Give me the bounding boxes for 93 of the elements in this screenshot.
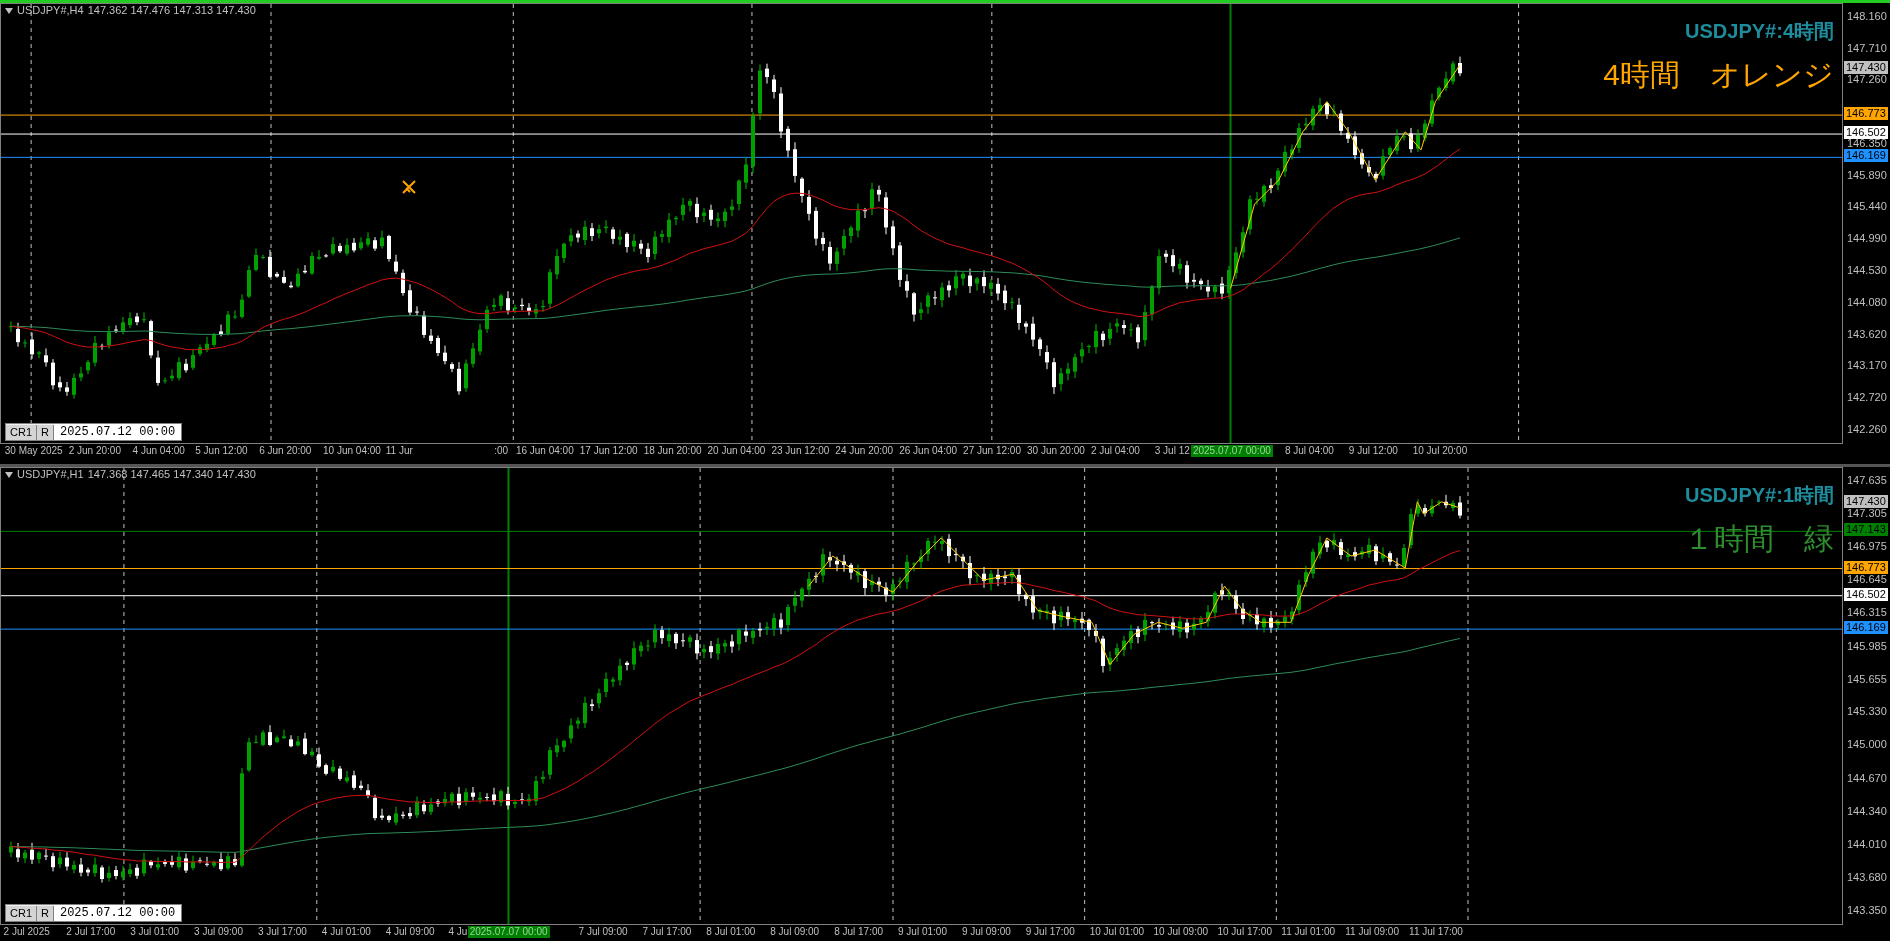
price-badge: 147.143: [1844, 523, 1888, 537]
time-tick-label: 2 Jul 17:00: [66, 927, 116, 937]
time-tick-label: 30 May 2025: [4, 446, 63, 456]
time-tick-label: 18 Jun 20:00: [643, 446, 702, 456]
chart-title: USDJPY#:1時間: [1685, 483, 1834, 508]
time-tick-label: 30 Jun 20:00: [1027, 446, 1085, 456]
price-badge: 146.169: [1844, 149, 1888, 163]
marker-icon: [401, 179, 417, 195]
price-tick-label: 145.890: [1847, 169, 1887, 181]
price-badge: 147.430: [1844, 61, 1888, 75]
price-tick-label: 142.720: [1847, 391, 1887, 403]
date-marker-label: 2025.07.07 00:00: [467, 926, 550, 938]
time-tick-label: 24 Jun 20:00: [835, 446, 894, 456]
time-tick-label: 7 Jul 17:00: [642, 927, 692, 937]
time-tick-label: 4 Ju: [448, 927, 468, 937]
time-tick-label: 4 Jul 09:00: [385, 927, 435, 937]
price-badge: 146.773: [1844, 107, 1888, 121]
price-tick-label: 146.315: [1847, 607, 1887, 619]
price-tick-label: 145.440: [1847, 201, 1887, 213]
dropdown-caret-icon[interactable]: [5, 7, 13, 14]
price-tick-label: 144.530: [1847, 265, 1887, 277]
price-tick-label: 142.260: [1847, 424, 1887, 435]
time-tick-label: 9 Jul 17:00: [1025, 927, 1075, 937]
time-tick-label: 10 Jul 20:00: [1412, 446, 1468, 456]
time-tick-label: 7 Jul 09:00: [578, 927, 628, 937]
time-tick-label: 8 Jul 04:00: [1284, 446, 1334, 456]
time-tick-label: 5 Jun 12:00: [195, 446, 248, 456]
price-tick-label: 145.985: [1847, 640, 1887, 652]
time-tick-label: 26 Jun 04:00: [899, 446, 958, 456]
ohlc-prices: 147.362 147.476 147.313 147.430: [87, 5, 256, 16]
time-tick-label: 23 Jun 12:00: [771, 446, 830, 456]
price-tick-label: 147.635: [1847, 475, 1887, 486]
price-tick-label: 144.340: [1847, 805, 1887, 817]
time-tick-label: 10 Jun 04:00: [323, 446, 381, 456]
time-tick-label: 9 Jul 12:00: [1348, 446, 1398, 456]
price-badge: 146.773: [1844, 560, 1888, 574]
time-tick-label: 4 Jul 01:00: [321, 927, 371, 937]
time-tick-label: 11 Jul 09:00: [1345, 927, 1399, 937]
time-tick-label: 2 Jul 2025: [3, 927, 50, 937]
price-tick-label: 148.160: [1847, 11, 1887, 22]
chart-note: 4時間 オレンジ: [1603, 60, 1834, 90]
time-tick-label: 17 Jun 12:00: [579, 446, 638, 456]
price-tick-label: 147.710: [1847, 42, 1887, 54]
price-tick-label: 147.260: [1847, 74, 1887, 85]
symbol-label: USDJPY#,H1: [17, 469, 84, 480]
price-badge: 146.502: [1844, 126, 1888, 140]
price-badge: 146.502: [1844, 587, 1888, 601]
price-tick-label: 143.170: [1847, 360, 1887, 372]
dropdown-caret-icon[interactable]: [5, 471, 13, 478]
price-tick-label: 145.655: [1847, 673, 1887, 685]
price-tick-label: 146.975: [1847, 541, 1887, 553]
time-tick-label: 4 Jun 04:00: [132, 446, 185, 456]
time-tick-label: :00: [494, 446, 509, 456]
price-tick-label: 143.350: [1847, 905, 1887, 916]
price-tick-label: 143.680: [1847, 871, 1887, 883]
time-tick-label: 2 Jul 04:00: [1090, 446, 1140, 456]
chart-title: USDJPY#:4時間: [1685, 19, 1834, 44]
price-tick-label: 147.305: [1847, 508, 1887, 520]
time-tick-label: 8 Jul 01:00: [706, 927, 756, 937]
time-tick-label: 20 Jun 04:00: [707, 446, 766, 456]
price-tick-label: 145.000: [1847, 739, 1887, 751]
time-tick-label: 8 Jul 09:00: [770, 927, 820, 937]
time-tick-label: 10 Jul 17:00: [1217, 927, 1272, 937]
price-badge: 147.430: [1844, 494, 1888, 508]
time-tick-label: 11 Jul 17:00: [1409, 927, 1463, 937]
price-tick-label: 143.620: [1847, 328, 1887, 340]
time-tick-label: 11 Jul 01:00: [1281, 927, 1336, 937]
price-tick-label: 145.330: [1847, 706, 1887, 718]
time-tick-label: 10 Jul 01:00: [1089, 927, 1145, 937]
price-tick-label: 144.990: [1847, 232, 1887, 244]
date-marker-label: 2025.07.07 00:00: [1190, 445, 1273, 457]
time-tick-label: 9 Jul 01:00: [898, 927, 947, 937]
time-tick-label: 3 Jul 17:00: [257, 927, 307, 937]
time-tick-label: 11 Jur: [385, 446, 413, 456]
ohlc-prices: 147.368 147.465 147.340 147.430: [87, 469, 256, 480]
symbol-label: USDJPY#,H4: [17, 5, 84, 16]
price-tick-label: 146.350: [1847, 137, 1887, 149]
time-tick-label: 3 Jul 09:00: [194, 927, 243, 937]
price-tick-label: 144.080: [1847, 296, 1887, 308]
chart-note: １時間 緑: [1684, 524, 1834, 554]
price-badge: 146.169: [1844, 621, 1888, 635]
time-tick-label: 6 Jun 20:00: [259, 446, 312, 456]
time-tick-label: 8 Jul 17:00: [834, 927, 884, 937]
price-tick-label: 146.645: [1847, 574, 1887, 586]
price-tick-label: 144.010: [1847, 838, 1887, 850]
time-tick-label: 27 Jun 12:00: [963, 446, 1021, 456]
time-tick-label: 3 Jul 01:00: [130, 927, 180, 937]
time-tick-label: 3 Jul 12: [1154, 446, 1190, 456]
time-tick-label: 9 Jul 09:00: [961, 927, 1011, 937]
price-tick-label: 144.670: [1847, 772, 1887, 784]
time-tick-label: 2 Jun 20:00: [68, 446, 121, 456]
time-tick-label: 16 Jun 04:00: [515, 446, 574, 456]
time-tick-label: 10 Jul 09:00: [1153, 927, 1209, 937]
